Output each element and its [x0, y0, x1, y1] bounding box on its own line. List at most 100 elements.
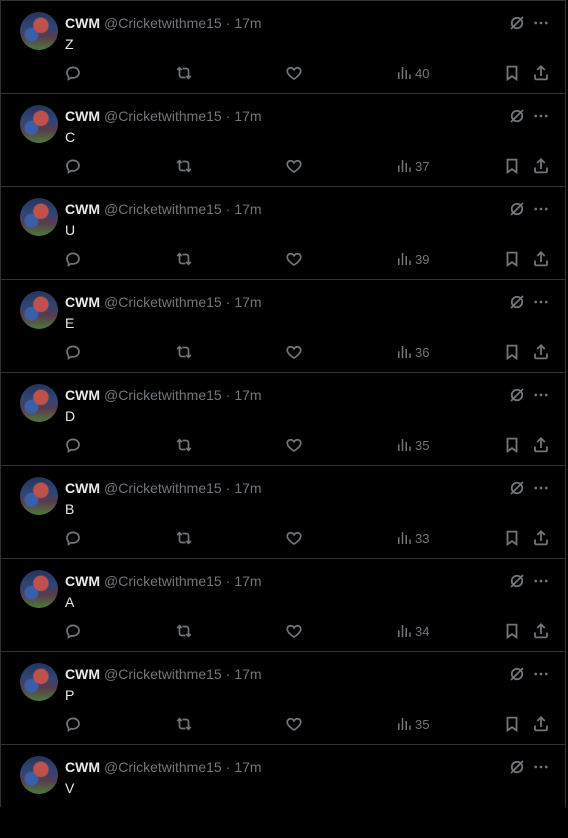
views-count[interactable]: 34	[415, 624, 429, 639]
avatar[interactable]	[20, 105, 58, 143]
reply-icon[interactable]	[64, 436, 82, 454]
share-icon[interactable]	[532, 715, 550, 733]
more-icon[interactable]	[532, 200, 550, 218]
views-icon[interactable]	[395, 436, 413, 454]
author-name[interactable]: CWM	[65, 387, 100, 403]
reply-icon[interactable]	[64, 529, 82, 547]
tweet-card[interactable]: CWM @Cricketwithme15 · 17m B 33	[1, 466, 565, 559]
retweet-icon[interactable]	[175, 157, 193, 175]
bookmark-icon[interactable]	[503, 250, 521, 268]
more-icon[interactable]	[532, 572, 550, 590]
like-icon[interactable]	[285, 250, 303, 268]
more-icon[interactable]	[532, 386, 550, 404]
author-name[interactable]: CWM	[65, 666, 100, 682]
bookmark-icon[interactable]	[503, 343, 521, 361]
avatar[interactable]	[20, 291, 58, 329]
bookmark-icon[interactable]	[503, 622, 521, 640]
bookmark-icon[interactable]	[503, 64, 521, 82]
author-handle[interactable]: @Cricketwithme15	[104, 294, 222, 310]
views-count[interactable]: 35	[415, 438, 429, 453]
retweet-icon[interactable]	[175, 343, 193, 361]
grok-icon[interactable]	[508, 14, 526, 32]
more-icon[interactable]	[532, 107, 550, 125]
views-count[interactable]: 39	[415, 252, 429, 267]
more-icon[interactable]	[532, 14, 550, 32]
tweet-timestamp[interactable]: 17m	[234, 573, 261, 589]
share-icon[interactable]	[532, 64, 550, 82]
tweet-timestamp[interactable]: 17m	[234, 759, 261, 775]
author-handle[interactable]: @Cricketwithme15	[104, 666, 222, 682]
like-icon[interactable]	[285, 64, 303, 82]
bookmark-icon[interactable]	[503, 529, 521, 547]
author-handle[interactable]: @Cricketwithme15	[104, 15, 222, 31]
share-icon[interactable]	[532, 250, 550, 268]
tweet-timestamp[interactable]: 17m	[234, 666, 261, 682]
tweet-timestamp[interactable]: 17m	[234, 201, 261, 217]
like-icon[interactable]	[285, 622, 303, 640]
retweet-icon[interactable]	[175, 64, 193, 82]
more-icon[interactable]	[532, 758, 550, 776]
reply-icon[interactable]	[64, 64, 82, 82]
bookmark-icon[interactable]	[503, 715, 521, 733]
author-handle[interactable]: @Cricketwithme15	[104, 108, 222, 124]
avatar[interactable]	[20, 477, 58, 515]
author-name[interactable]: CWM	[65, 573, 100, 589]
views-icon[interactable]	[395, 343, 413, 361]
more-icon[interactable]	[532, 479, 550, 497]
tweet-card[interactable]: CWM @Cricketwithme15 · 17m U 39	[1, 187, 565, 280]
author-name[interactable]: CWM	[65, 759, 100, 775]
author-handle[interactable]: @Cricketwithme15	[104, 480, 222, 496]
like-icon[interactable]	[285, 157, 303, 175]
author-name[interactable]: CWM	[65, 201, 100, 217]
grok-icon[interactable]	[508, 572, 526, 590]
views-icon[interactable]	[395, 715, 413, 733]
bookmark-icon[interactable]	[503, 436, 521, 454]
reply-icon[interactable]	[64, 622, 82, 640]
views-count[interactable]: 40	[415, 66, 429, 81]
like-icon[interactable]	[285, 529, 303, 547]
share-icon[interactable]	[532, 529, 550, 547]
author-handle[interactable]: @Cricketwithme15	[104, 759, 222, 775]
views-icon[interactable]	[395, 622, 413, 640]
retweet-icon[interactable]	[175, 250, 193, 268]
reply-icon[interactable]	[64, 250, 82, 268]
author-handle[interactable]: @Cricketwithme15	[104, 573, 222, 589]
author-name[interactable]: CWM	[65, 108, 100, 124]
share-icon[interactable]	[532, 622, 550, 640]
retweet-icon[interactable]	[175, 436, 193, 454]
more-icon[interactable]	[532, 293, 550, 311]
views-count[interactable]: 37	[415, 159, 429, 174]
author-name[interactable]: CWM	[65, 15, 100, 31]
more-icon[interactable]	[532, 665, 550, 683]
tweet-timestamp[interactable]: 17m	[234, 15, 261, 31]
views-icon[interactable]	[395, 64, 413, 82]
avatar[interactable]	[20, 12, 58, 50]
author-handle[interactable]: @Cricketwithme15	[104, 201, 222, 217]
share-icon[interactable]	[532, 436, 550, 454]
tweet-card[interactable]: CWM @Cricketwithme15 · 17m V	[1, 745, 565, 838]
tweet-card[interactable]: CWM @Cricketwithme15 · 17m Z 40	[1, 1, 565, 94]
grok-icon[interactable]	[508, 386, 526, 404]
avatar[interactable]	[20, 384, 58, 422]
grok-icon[interactable]	[508, 107, 526, 125]
retweet-icon[interactable]	[175, 622, 193, 640]
tweet-timestamp[interactable]: 17m	[234, 387, 261, 403]
author-name[interactable]: CWM	[65, 294, 100, 310]
views-icon[interactable]	[395, 157, 413, 175]
grok-icon[interactable]	[508, 200, 526, 218]
tweet-card[interactable]: CWM @Cricketwithme15 · 17m C 37	[1, 94, 565, 187]
grok-icon[interactable]	[508, 293, 526, 311]
avatar[interactable]	[20, 570, 58, 608]
avatar[interactable]	[20, 663, 58, 701]
grok-icon[interactable]	[508, 665, 526, 683]
views-count[interactable]: 36	[415, 345, 429, 360]
retweet-icon[interactable]	[175, 529, 193, 547]
grok-icon[interactable]	[508, 758, 526, 776]
views-icon[interactable]	[395, 529, 413, 547]
author-handle[interactable]: @Cricketwithme15	[104, 387, 222, 403]
tweet-timestamp[interactable]: 17m	[234, 108, 261, 124]
bookmark-icon[interactable]	[503, 157, 521, 175]
grok-icon[interactable]	[508, 479, 526, 497]
tweet-timestamp[interactable]: 17m	[234, 294, 261, 310]
tweet-card[interactable]: CWM @Cricketwithme15 · 17m P 35	[1, 652, 565, 745]
